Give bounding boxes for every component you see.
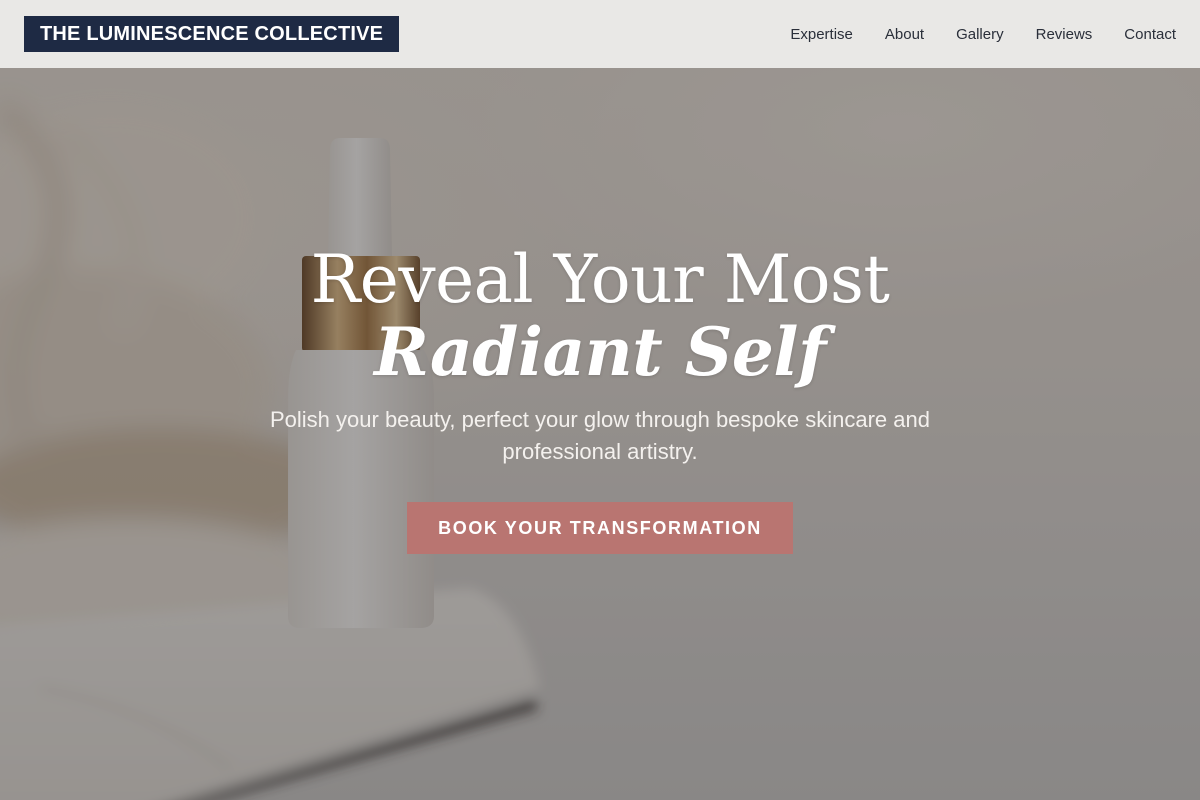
- nav-link-reviews[interactable]: Reviews: [1036, 26, 1093, 43]
- nav-link-contact[interactable]: Contact: [1124, 26, 1176, 43]
- nav-link-about[interactable]: About: [885, 26, 924, 43]
- nav-link-gallery[interactable]: Gallery: [956, 26, 1004, 43]
- nav-links: Expertise About Gallery Reviews Contact: [758, 26, 1176, 43]
- hero-section: Reveal Your Most Radiant Self Polish you…: [0, 68, 1200, 800]
- navbar: THE LUMINESCENCE COLLECTIVE Expertise Ab…: [0, 0, 1200, 68]
- brand-logo[interactable]: THE LUMINESCENCE COLLECTIVE: [24, 16, 400, 52]
- hero-headline-line2: Radiant Self: [374, 313, 826, 391]
- hero-content: Reveal Your Most Radiant Self Polish you…: [0, 244, 1200, 554]
- book-transformation-button[interactable]: BOOK YOUR TRANSFORMATION: [407, 502, 793, 554]
- hero-headline-line1: Reveal Your Most: [310, 241, 890, 318]
- nav-link-expertise[interactable]: Expertise: [790, 26, 853, 43]
- hero-subtitle: Polish your beauty, perfect your glow th…: [270, 407, 930, 464]
